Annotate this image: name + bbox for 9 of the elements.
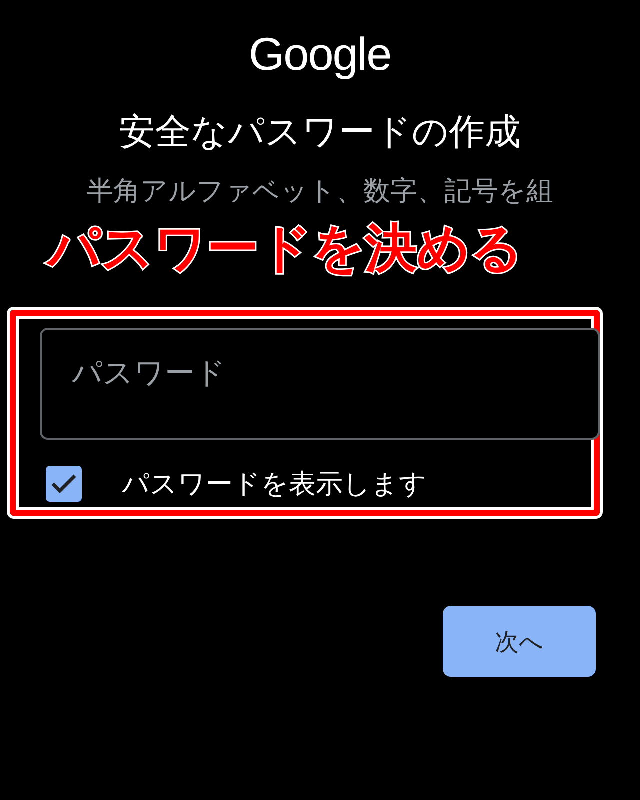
show-password-checkbox[interactable] <box>46 466 82 502</box>
password-field[interactable]: パスワード <box>40 328 600 440</box>
checkmark-icon <box>51 474 77 494</box>
show-password-label: パスワードを表示します <box>122 468 427 502</box>
next-button[interactable]: 次へ <box>443 606 596 677</box>
page-title: 安全なパスワードの作成 <box>119 111 521 155</box>
google-logo: Google <box>248 27 392 82</box>
annotation-caption: パスワードを決める <box>48 218 523 280</box>
description: 半角アルファベット、数字、記号を組 <box>86 175 554 209</box>
